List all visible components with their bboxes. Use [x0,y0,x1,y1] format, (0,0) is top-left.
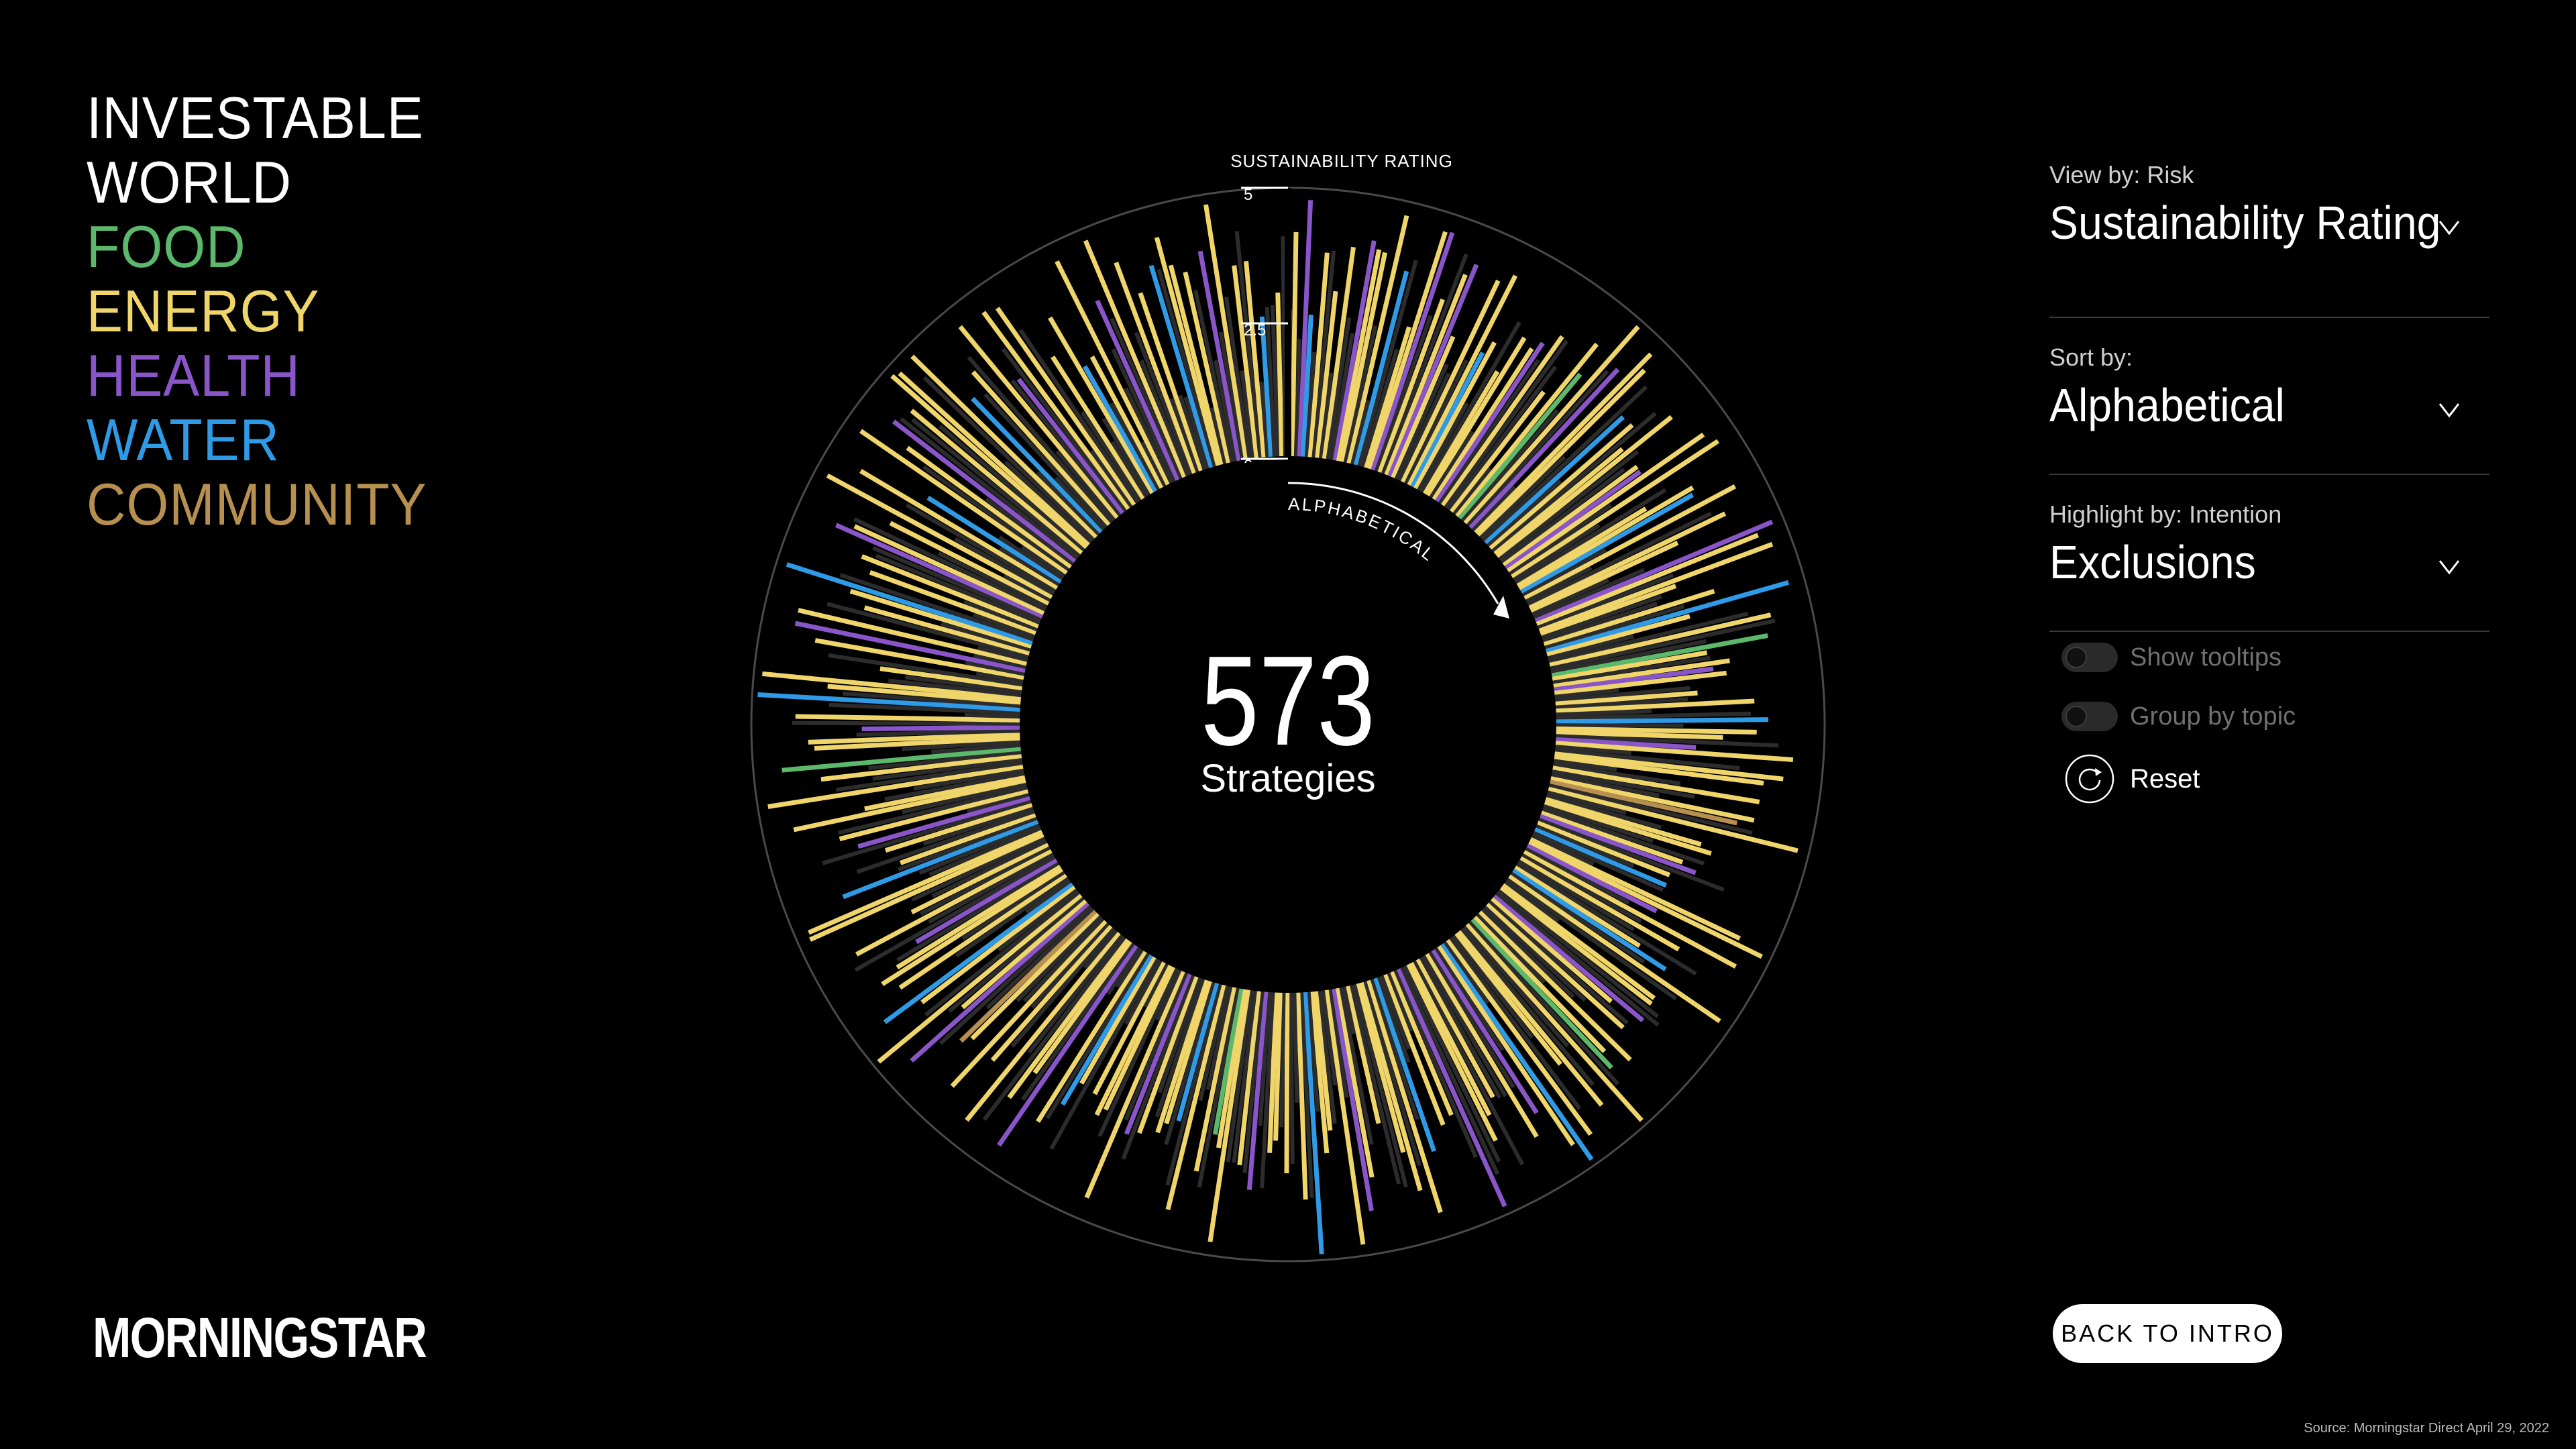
highlight-by-value[interactable]: Exclusions [2049,535,2256,589]
group-by-topic-label: Group by topic [2130,702,2296,731]
sort-by-value[interactable]: Alphabetical [2049,378,2285,432]
tick-label-5: 5 [1244,186,1252,204]
reset-button[interactable]: Reset [2064,753,2200,804]
toggle-knob [2065,647,2087,668]
strategy-bar[interactable] [1556,723,1684,728]
reset-icon [2065,754,2114,804]
toggle-knob [2065,706,2087,727]
strategy-label: Strategies [1200,757,1375,800]
back-to-intro-button[interactable]: BACK TO INTRO [2053,1304,2282,1363]
morningstar-logo: MORNINGSTAR [93,1306,427,1369]
view-by-value[interactable]: Sustainability Rating [2049,196,2441,250]
chevron-down-icon[interactable] [2436,213,2463,240]
show-tooltips-label: Show tooltips [2130,643,2282,672]
tick-label-2-5: 2.5 [1244,321,1266,339]
reset-label: Reset [2130,763,2200,794]
strategy-bar[interactable] [964,712,1020,719]
strategy-bar[interactable] [1289,992,1295,1165]
chart-title: SUSTAINABILITY RATING [1230,151,1453,171]
controls-panel: View by: Risk Sustainability Rating Sort… [2049,161,2489,804]
highlight-by-label: Highlight by: Intention [2049,500,2282,528]
sort-by-label: Sort by: [2049,343,2133,371]
show-tooltips-row[interactable]: Show tooltips [2061,643,2282,672]
source-note: Source: Morningstar Direct April 29, 202… [2304,1421,2549,1436]
strategy-count: 573 [1201,629,1375,771]
strategy-bar-highlighted[interactable] [861,724,1020,732]
chevron-down-icon[interactable] [2436,553,2463,580]
view-by-label: View by: Risk [2049,161,2194,189]
group-by-topic-toggle[interactable] [2061,702,2118,731]
strategy-bar-highlighted[interactable] [1556,717,1769,724]
view-by-dropdown[interactable]: View by: Risk Sustainability Rating [2049,161,2489,318]
strategy-bar[interactable] [792,720,1020,726]
chevron-down-icon[interactable] [2436,396,2463,423]
show-tooltips-toggle[interactable] [2061,643,2118,672]
sort-by-dropdown[interactable]: Sort by: Alphabetical [2049,318,2489,475]
group-by-topic-row[interactable]: Group by topic [2061,702,2296,731]
highlight-by-dropdown[interactable]: Highlight by: Intention Exclusions [2049,475,2489,632]
strategy-bar[interactable] [1292,992,1299,1103]
